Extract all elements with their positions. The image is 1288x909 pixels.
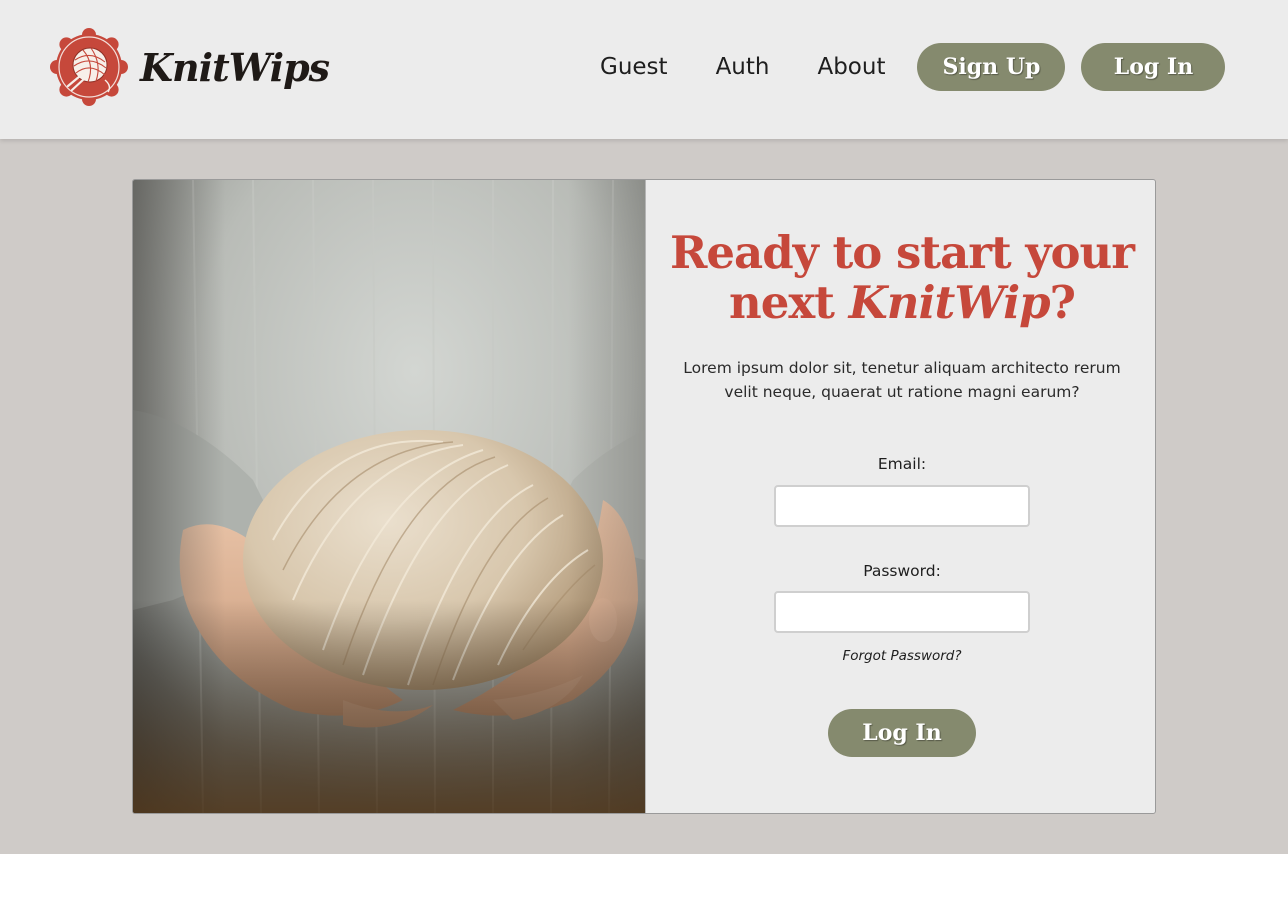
- yarn-ball-logo-icon: [50, 28, 128, 106]
- heading-line-2: next: [728, 276, 849, 329]
- brand-name: KnitWips: [140, 44, 330, 90]
- sign-up-button[interactable]: Sign Up: [917, 43, 1066, 91]
- email-field[interactable]: [774, 485, 1030, 527]
- nav-link-auth[interactable]: Auth: [716, 54, 770, 80]
- site-header: KnitWips Guest Auth About Sign Up Log In: [0, 0, 1288, 139]
- password-field[interactable]: [774, 591, 1030, 633]
- login-card: Ready to start your next KnitWip? Lorem …: [132, 179, 1156, 814]
- login-form-panel: Ready to start your next KnitWip? Lorem …: [645, 180, 1155, 813]
- forgot-password-link[interactable]: Forgot Password?: [646, 648, 1155, 664]
- header-log-in-button[interactable]: Log In: [1081, 43, 1226, 91]
- intro-text: Lorem ipsum dolor sit, tenetur aliquam a…: [683, 359, 1121, 401]
- yarn-ball-photo: [133, 180, 645, 813]
- main-nav: Guest Auth About Sign Up Log In: [600, 43, 1226, 91]
- heading-accent: KnitWip: [848, 276, 1051, 329]
- email-label: Email:: [877, 455, 927, 473]
- password-label: Password:: [863, 562, 941, 580]
- nav-link-guest[interactable]: Guest: [600, 54, 668, 80]
- nav-link-about[interactable]: About: [817, 54, 885, 80]
- log-in-submit-button[interactable]: Log In: [828, 709, 976, 757]
- heading-end: ?: [1049, 276, 1076, 329]
- heading-line-1: Ready to start your: [670, 226, 1135, 279]
- brand-home-link[interactable]: KnitWips: [50, 28, 330, 106]
- main-content: Ready to start your next KnitWip? Lorem …: [0, 139, 1288, 854]
- yarn-ball-illustration: [133, 180, 645, 813]
- login-heading: Ready to start your next KnitWip?: [646, 226, 1155, 329]
